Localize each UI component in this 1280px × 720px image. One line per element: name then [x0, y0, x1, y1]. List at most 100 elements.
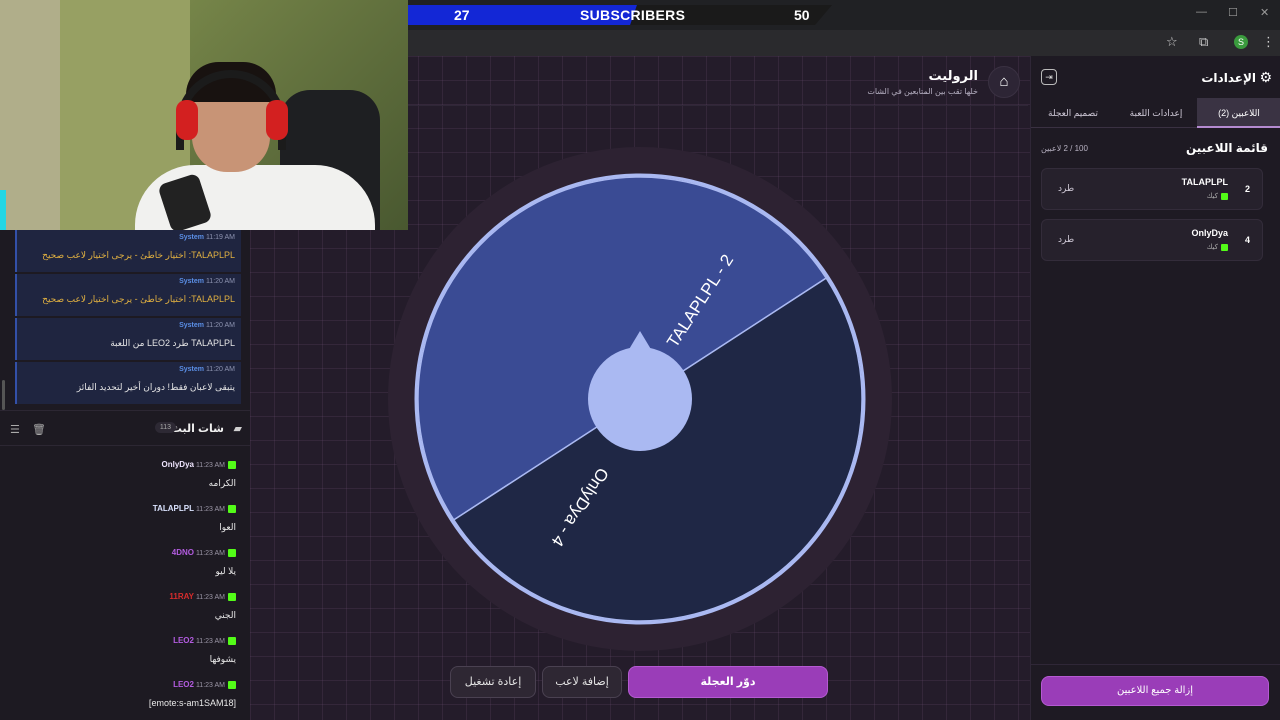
system-scrollbar[interactable] — [2, 380, 5, 410]
chat-panel: System 11:19 AM TALAPLPL: اختيار خاطئ - … — [0, 230, 250, 720]
chat-username[interactable]: LEO2 — [173, 680, 194, 689]
add-player-button[interactable]: إضافة لاعب — [542, 666, 622, 698]
chat-time: 11:23 AM — [195, 638, 225, 645]
wheel-svg: TALAPLPL - 2 OnlyDya - 4 — [388, 147, 892, 651]
tab-wheel-design[interactable]: تصميم العجلة — [1031, 98, 1115, 128]
chat-message-text: الكرامه — [208, 478, 236, 488]
player-name: TALAPLPL — [1181, 177, 1228, 187]
system-message: System 11:20 AM TALAPLPL: اختيار خاطئ - … — [15, 274, 241, 316]
kick-icon — [228, 593, 236, 602]
player-platform: كيك — [1207, 192, 1228, 200]
chat-message: LEO2 11:23 AM [emote:s-am1SAM18] — [10, 680, 240, 720]
kick-icon — [228, 681, 236, 690]
tab-game-settings[interactable]: إعدادات اللعبة — [1115, 98, 1197, 128]
system-sender: System — [179, 278, 204, 285]
kick-icon — [1221, 243, 1228, 251]
system-time: 11:20 AM — [205, 322, 235, 329]
system-time: 11:20 AM — [205, 366, 235, 373]
chat-username[interactable]: LEO2 — [173, 636, 194, 645]
home-icon[interactable]: ⌂ — [988, 66, 1020, 98]
system-message: System 11:19 AM TALAPLPL: اختيار خاطئ - … — [15, 230, 241, 272]
system-sender: System — [179, 322, 204, 329]
roulette-wheel[interactable]: TALAPLPL - 2 OnlyDya - 4 — [386, 145, 894, 653]
profile-avatar[interactable]: S — [1234, 35, 1248, 49]
chat-username[interactable]: OnlyDya — [162, 460, 194, 469]
kick-icon — [228, 637, 236, 646]
kick-player-button[interactable]: طرد — [1058, 234, 1074, 245]
browser-menu-icon[interactable]: ⋮ — [1262, 34, 1275, 50]
subscriber-goal-bar: 27 SUBSCRIBERS 50 — [408, 5, 832, 25]
player-card: 2 TALAPLPL كيك طرد — [1041, 168, 1263, 210]
stream-chat-header: ▰ شات البث 113 🗑 ☰ — [0, 410, 250, 446]
chat-message-text: يلا ليو — [215, 566, 236, 576]
chat-message: 11RAY 11:23 AM الجني — [10, 592, 240, 636]
webcam-headset-ear — [266, 100, 288, 140]
chat-message: TALAPLPL 11:23 AM العوا — [10, 504, 240, 548]
restart-button[interactable]: إعادة تشغيل — [450, 666, 536, 698]
chat-message: LEO2 11:23 AM يشوفها — [10, 636, 240, 680]
chat-time: 11:23 AM — [195, 682, 225, 689]
page-title: الروليت — [928, 68, 978, 83]
player-platform: كيك — [1207, 243, 1228, 251]
system-message: System 11:20 AM TALAPLPL طرد LEO2 من الل… — [15, 318, 241, 360]
chat-message: 4DNO 11:23 AM يلا ليو — [10, 548, 240, 592]
wheel-hub[interactable] — [588, 347, 692, 451]
spin-wheel-button[interactable]: دوّر العجلة — [628, 666, 828, 698]
chat-time: 11:23 AM — [195, 462, 225, 469]
kick-icon — [1221, 192, 1228, 200]
tab-players[interactable]: اللاعبين (2) — [1197, 98, 1280, 128]
stream-chat-title: شات البث — [170, 423, 224, 435]
player-platform-label: كيك — [1206, 193, 1218, 200]
page-subtitle: خلها تقب بين المتابعين في الشات — [867, 87, 978, 96]
player-platform-label: كيك — [1206, 244, 1218, 251]
settings-tabs: اللاعبين (2) إعدادات اللعبة تصميم العجلة — [1031, 98, 1280, 128]
system-time: 11:19 AM — [205, 234, 235, 241]
chat-time: 11:23 AM — [195, 594, 225, 601]
system-sender: System — [179, 366, 204, 373]
close-window-icon[interactable]: ✕ — [1260, 6, 1269, 19]
webcam-overlay — [0, 0, 408, 230]
system-message-text: TALAPLPL طرد LEO2 من اللعبة — [110, 338, 235, 348]
panel-divider — [1031, 664, 1280, 665]
players-list-title: قائمة اللاعبين — [1185, 141, 1268, 155]
subscriber-current: 27 — [454, 7, 470, 23]
layout-icon[interactable]: ☰ — [10, 423, 20, 436]
collapse-panel-icon[interactable]: ⇥ — [1041, 69, 1057, 85]
chat-message-meta: 4DNO 11:23 AM — [172, 548, 236, 558]
kick-icon — [228, 461, 236, 470]
chat-username[interactable]: 4DNO — [172, 548, 194, 557]
subscriber-goal: 50 — [794, 7, 810, 23]
chat-message-meta: TALAPLPL 11:23 AM — [153, 504, 236, 514]
remove-all-players-button[interactable]: إزالة جميع اللاعبين — [1041, 676, 1269, 706]
system-message-meta: System 11:20 AM — [179, 278, 235, 285]
system-message-text: TALAPLPL: اختيار خاطئ - يرجى اختيار لاعب… — [42, 250, 235, 260]
extensions-icon[interactable]: ⧉ — [1199, 34, 1208, 50]
chat-username[interactable]: TALAPLPL — [153, 504, 194, 513]
chat-message-meta: LEO2 11:23 AM — [173, 680, 236, 690]
main-header: ⌂ الروليت خلها تقب بين المتابعين في الشا… — [408, 56, 1028, 106]
gear-icon: ⚙ — [1259, 69, 1272, 85]
kick-player-button[interactable]: طرد — [1058, 183, 1074, 194]
settings-panel: ⚙ الإعدادات ⇥ اللاعبين (2) إعدادات اللعب… — [1030, 56, 1280, 720]
system-message: System 11:20 AM يتبقى لاعبان فقط! دوران … — [15, 362, 241, 404]
system-message-meta: System 11:19 AM — [179, 234, 235, 241]
minimize-icon[interactable]: — — [1196, 6, 1207, 18]
webcam-background-door — [0, 0, 60, 230]
settings-title: الإعدادات — [1201, 71, 1256, 85]
chat-message-text: [emote:s-am1SAM18] — [148, 698, 236, 708]
subscriber-label: SUBSCRIBERS — [580, 7, 686, 23]
chat-username[interactable]: 11RAY — [169, 592, 194, 601]
trash-icon[interactable]: 🗑 — [32, 423, 46, 436]
player-number: 4 — [1244, 235, 1250, 245]
viewer-count-badge: 113 — [154, 422, 176, 433]
screen: 0e3-a8f8-443 — ☐ ✕ ☆ ⧉ S ⋮ ⌂ الروليت خله… — [0, 0, 1280, 720]
maximize-icon[interactable]: ☐ — [1228, 6, 1238, 19]
webcam-headset-ear — [176, 100, 198, 140]
chat-message-meta: OnlyDya 11:23 AM — [162, 460, 236, 470]
system-message-meta: System 11:20 AM — [179, 322, 235, 329]
chat-message-meta: LEO2 11:23 AM — [173, 636, 236, 646]
chat-time: 11:23 AM — [195, 506, 225, 513]
bookmark-star-icon[interactable]: ☆ — [1166, 34, 1178, 50]
kick-icon — [228, 505, 236, 514]
kick-icon — [228, 549, 236, 558]
